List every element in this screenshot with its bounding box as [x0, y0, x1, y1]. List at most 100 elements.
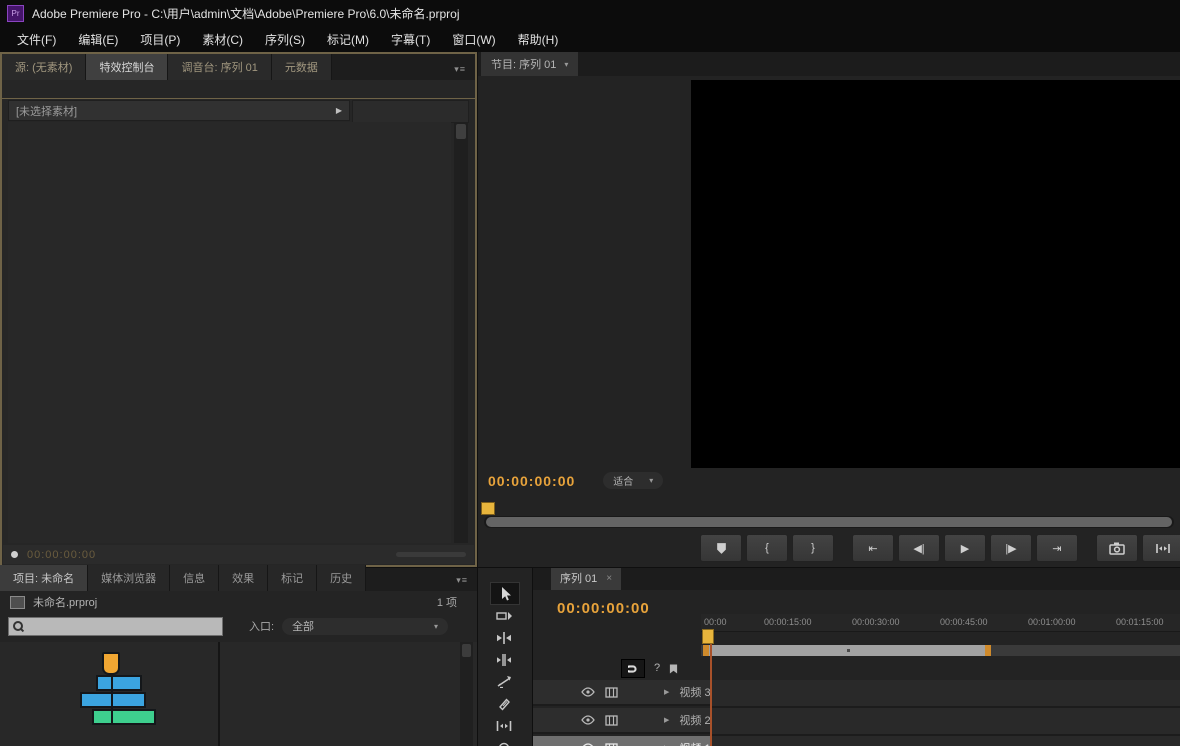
track-expand-icon[interactable]: ▶ — [664, 688, 669, 696]
project-scrollbar[interactable] — [460, 642, 473, 746]
close-icon[interactable]: × — [606, 573, 612, 584]
go-to-out-button[interactable]: ⇥ — [1036, 534, 1078, 562]
effect-controls-mini-timeline — [352, 100, 469, 123]
step-back-button[interactable]: ◀| — [898, 534, 940, 562]
filter-label: 入口: — [249, 618, 274, 634]
sync-lock-icon[interactable] — [605, 687, 618, 698]
sync-lock-icon[interactable] — [605, 715, 618, 726]
tab-effects[interactable]: 效果 — [219, 565, 268, 591]
mark-in-button[interactable]: { — [746, 534, 788, 562]
timeline-playhead-line — [710, 642, 712, 746]
filter-select[interactable]: 全部 ▾ — [282, 618, 448, 635]
slip-tool[interactable] — [490, 715, 518, 736]
export-frame-button[interactable] — [1096, 534, 1138, 562]
tab-audio-mixer[interactable]: 调音台: 序列 01 — [168, 54, 271, 80]
tab-info[interactable]: 信息 — [170, 565, 219, 591]
eye-icon[interactable] — [581, 715, 595, 725]
menu-sequence[interactable]: 序列(S) — [254, 28, 316, 51]
track-header[interactable]: ▶ 视频 1 — [533, 736, 711, 746]
tab-history[interactable]: 历史 — [317, 565, 366, 591]
timeline-playhead-marker[interactable] — [702, 629, 714, 644]
title-bar: Pr Adobe Premiere Pro - C:\用户\admin\文档\A… — [0, 0, 1180, 27]
track-header[interactable]: ▶ 视频 3 — [533, 680, 711, 706]
effect-controls-panel: 源: (无素材) 特效控制台 调音台: 序列 01 元数据 ▾≡ [未选择素材]… — [0, 52, 477, 567]
tab-media-browser[interactable]: 媒体浏览器 — [88, 565, 170, 591]
scrollbar-thumb[interactable] — [456, 124, 466, 139]
video-track-1: ▶ 视频 1 — [533, 736, 1180, 746]
timeline-tracks: ▶ 视频 3 ▶ 视频 2 — [533, 680, 1180, 746]
sequence-thumbnail-icon[interactable] — [80, 652, 150, 734]
timeline-ruler[interactable]: 00:00 00:00:15:00 00:00:30:00 00:00:45:0… — [701, 614, 1180, 632]
go-to-in-button[interactable]: ⇤ — [852, 534, 894, 562]
razor-tool[interactable] — [490, 693, 518, 714]
transport-controls: { } ⇤ ◀| ▶ |▶ ⇥ — [700, 534, 1180, 562]
panel-zoom-slider[interactable] — [396, 552, 466, 557]
search-input[interactable] — [28, 618, 218, 635]
add-marker-button[interactable] — [700, 534, 742, 562]
tab-sequence-01[interactable]: 序列 01 × — [551, 567, 621, 590]
track-select-tool[interactable] — [490, 605, 518, 626]
tab-program-sequence[interactable]: 节目: 序列 01 ▾ — [481, 52, 578, 76]
mark-out-button[interactable]: } — [792, 534, 834, 562]
razor-tool-icon — [497, 697, 511, 711]
menu-file[interactable]: 文件(F) — [6, 28, 67, 51]
project-file-row: 未命名.prproj 1 项 — [0, 592, 477, 612]
track-content[interactable] — [711, 736, 1180, 746]
encore-chapter-marker-icon[interactable]: ? — [654, 663, 660, 674]
program-playhead-marker[interactable] — [481, 502, 495, 515]
trim-button[interactable] — [1142, 534, 1180, 562]
chevron-down-icon: ▾ — [434, 622, 438, 631]
search-box[interactable] — [8, 617, 223, 636]
program-zoom-select[interactable]: 适合 ▾ — [603, 472, 663, 489]
scrollbar-thumb[interactable] — [486, 517, 1172, 527]
project-file-icon — [10, 596, 25, 609]
work-area-bar[interactable] — [703, 645, 991, 656]
menu-window[interactable]: 窗口(W) — [441, 28, 506, 51]
timeline-current-timecode[interactable]: 00:00:00:00 — [557, 600, 650, 617]
camera-icon — [1109, 541, 1125, 555]
rolling-edit-tool[interactable] — [490, 649, 518, 670]
sync-lock-icon[interactable] — [605, 743, 618, 746]
menu-project[interactable]: 项目(P) — [129, 28, 191, 51]
tab-source-monitor[interactable]: 源: (无素材) — [2, 54, 86, 80]
tools-panel — [477, 567, 532, 746]
rolling-edit-tool-icon — [496, 654, 512, 666]
track-expand-icon[interactable]: ▶ — [664, 716, 669, 724]
selection-tool[interactable] — [490, 582, 520, 605]
snap-toggle[interactable] — [621, 659, 645, 678]
project-panel: 项目: 未命名 媒体浏览器 信息 效果 标记 历史 ▾≡ 未命名.prproj … — [0, 567, 477, 746]
menu-title[interactable]: 字幕(T) — [380, 28, 441, 51]
tab-effect-controls[interactable]: 特效控制台 — [86, 54, 168, 80]
program-tabstrip: 节目: 序列 01 ▾ — [478, 52, 1180, 76]
no-clip-selected-header[interactable]: [未选择素材] ▶ — [8, 100, 350, 121]
program-scrollbar[interactable] — [484, 516, 1174, 528]
menu-edit[interactable]: 编辑(E) — [67, 28, 129, 51]
tab-markers[interactable]: 标记 — [268, 565, 317, 591]
track-content[interactable] — [711, 680, 1180, 708]
track-header[interactable]: ▶ 视频 2 — [533, 708, 711, 734]
play-button[interactable]: ▶ — [944, 534, 986, 562]
menu-help[interactable]: 帮助(H) — [507, 28, 570, 51]
program-video-display — [691, 80, 1180, 468]
slide-tool[interactable] — [490, 737, 518, 746]
panel-menu-icon[interactable]: ▾≡ — [447, 570, 477, 591]
work-area-track — [701, 645, 1180, 656]
step-forward-button[interactable]: |▶ — [990, 534, 1032, 562]
ripple-edit-tool[interactable] — [490, 627, 518, 648]
panel-menu-icon[interactable]: ▾≡ — [445, 59, 475, 80]
tab-metadata[interactable]: 元数据 — [272, 54, 332, 80]
menu-marker[interactable]: 标记(M) — [316, 28, 380, 51]
rate-stretch-tool[interactable] — [490, 671, 518, 692]
program-current-timecode[interactable]: 00:00:00:00 — [488, 473, 575, 489]
unnumbered-marker-icon[interactable] — [669, 663, 678, 675]
effect-controls-scrollbar[interactable] — [454, 122, 468, 543]
tab-project[interactable]: 项目: 未命名 — [0, 565, 88, 591]
work-area-handle[interactable] — [847, 649, 850, 652]
scrollbar-thumb[interactable] — [462, 644, 471, 657]
chevron-down-icon[interactable]: ▾ — [564, 60, 568, 69]
project-bin-area[interactable] — [0, 642, 477, 746]
column-divider — [218, 642, 220, 746]
track-content[interactable] — [711, 708, 1180, 736]
menu-clip[interactable]: 素材(C) — [191, 28, 254, 51]
eye-icon[interactable] — [581, 687, 595, 697]
